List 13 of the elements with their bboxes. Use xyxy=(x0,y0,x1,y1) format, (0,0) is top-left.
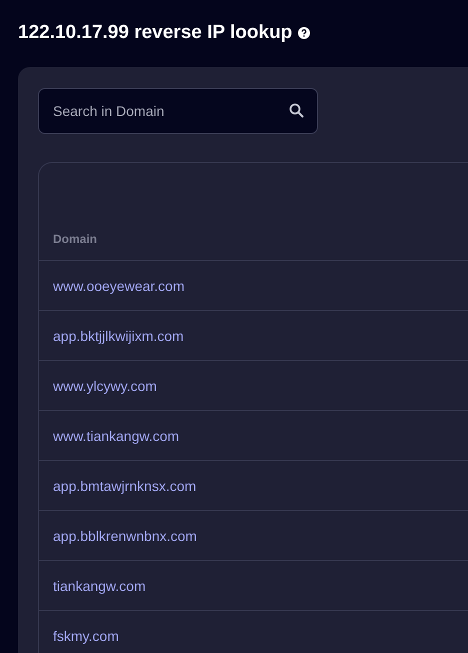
column-header: Domain xyxy=(53,232,98,246)
domain-link[interactable]: app.bktjjlkwijixm.com xyxy=(53,328,184,344)
search-field[interactable]: Search in Domain xyxy=(38,88,318,134)
domain-link[interactable]: www.ylcywy.com xyxy=(53,378,157,394)
domain-link[interactable]: www.tiankangw.com xyxy=(53,428,180,444)
domain-link[interactable]: www.ooeyewear.com xyxy=(53,278,185,294)
domain-link[interactable]: tiankangw.com xyxy=(53,578,146,594)
page-title: 122.10.17.99 reverse IP lookup xyxy=(18,22,292,44)
help-icon[interactable] xyxy=(298,27,310,39)
search-icon[interactable] xyxy=(289,103,304,118)
domain-link[interactable]: app.bblkrenwnbnx.com xyxy=(53,528,197,544)
domain-link[interactable]: fskmy.com xyxy=(53,628,119,644)
domain-link[interactable]: app.bmtawjrnknsx.com xyxy=(53,478,196,494)
